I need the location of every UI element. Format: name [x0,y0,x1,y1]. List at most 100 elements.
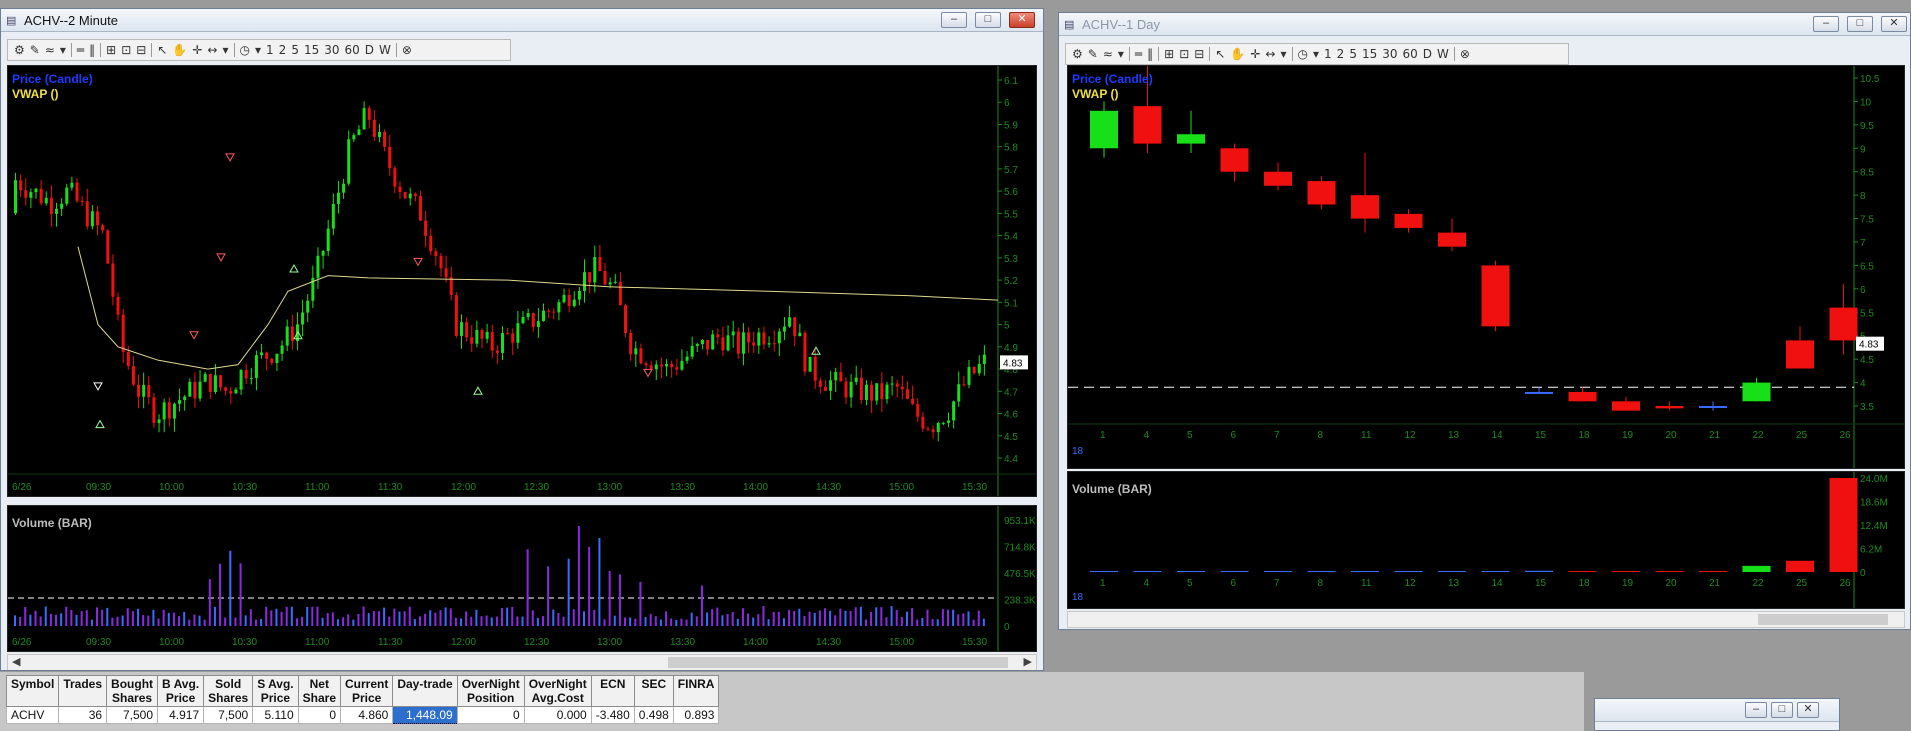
maximize-button[interactable]: □ [975,12,1001,28]
column-header[interactable]: Sold Shares [203,675,254,707]
table-cell[interactable]: -3.480 [590,706,635,724]
close-chart-icon[interactable]: ⊗ [1460,47,1470,61]
table-cell[interactable]: 4.917 [157,706,205,724]
column-header[interactable]: Bought Shares [106,675,159,707]
hlines-icon[interactable]: ═ [1135,47,1142,61]
zoom-fit-icon[interactable]: ⊡ [1179,47,1189,61]
interval-15[interactable]: 15 [1362,47,1377,61]
table-cell[interactable]: 0.893 [672,706,720,724]
interval-15[interactable]: 15 [304,43,319,57]
line-style-icon[interactable]: ≈ [1103,47,1113,61]
column-header[interactable]: Current Price [339,675,394,707]
column-header[interactable]: SEC [633,675,674,707]
left-title-bar[interactable]: ▤ ACHV--2 Minute – □ ✕ [1,9,1043,32]
clock-icon[interactable]: ◷ [240,43,250,57]
table-cell[interactable]: 0.000 [523,706,592,724]
close-chart-icon[interactable]: ⊗ [402,43,412,57]
column-header[interactable]: Trades [58,675,108,707]
left-volume-panel[interactable]: 953.1K 714.8K 476.5K 238.3K 0 6/26 09:30 10:00 1… [7,505,1037,652]
draw-tool-icon[interactable]: ✎ [1088,47,1098,61]
table-cell[interactable]: 7,500 [106,706,159,724]
interval-day[interactable]: D [1423,47,1432,61]
column-header[interactable]: Net Share [297,675,342,707]
clock-icon[interactable]: ◷ [1298,47,1308,61]
hline-tool-icon[interactable]: ↔ [207,43,217,57]
column-header[interactable]: OverNight Avg.Cost [523,675,592,707]
column-header[interactable]: Day-trade [392,675,458,707]
minimize-button[interactable]: – [1745,702,1767,718]
scrollbar-thumb[interactable] [668,657,1008,668]
scrollbar-thumb[interactable] [1758,614,1888,625]
interval-30[interactable]: 30 [1382,47,1397,61]
interval-30[interactable]: 30 [324,43,339,57]
maximize-button[interactable]: □ [1847,16,1873,32]
interval-1[interactable]: 1 [266,43,274,57]
interval-60[interactable]: 60 [345,43,360,57]
minimize-button[interactable]: – [1813,16,1839,32]
table-row[interactable]: ACHV 36 7,500 4.917 7,500 5.110 0 4.860 1,448.09… [5,706,720,724]
table-cell[interactable]: 0 [456,706,525,724]
zoom-fit-icon[interactable]: ⊡ [121,43,131,57]
pointer-icon[interactable]: ↖ [1215,47,1225,61]
right-volume-panel[interactable]: 24.0M 18.6M 12.4M 6.2M 0 1 4 5 6 7 8 11 12 13 14 15 18 19… [1067,471,1905,609]
interval-day[interactable]: D [365,43,374,57]
zoom-out-icon[interactable]: ⊟ [1194,47,1204,61]
table-cell[interactable]: 1,448.09 [392,706,458,724]
draw-tool-icon[interactable]: ✎ [30,43,40,57]
dropdown-icon[interactable]: ▾ [1313,47,1319,61]
interval-week[interactable]: W [1437,47,1449,61]
table-cell[interactable]: 7,500 [203,706,254,724]
left-horizontal-scrollbar[interactable]: ◀ ▶ [7,654,1037,670]
right-price-panel[interactable]: 10.5109.598.587.576.565.554.543.51456781… [1067,63,1905,469]
left-price-panel[interactable]: 6.1 6 5.9 5.8 5.7 5.6 5.5 5.4 5.3 5.2 5.1 5 4.9 4.8 4.… [7,65,1037,497]
column-header[interactable]: Symbol [5,675,60,707]
table-cell[interactable]: 5.110 [252,706,299,724]
zoom-in-icon[interactable]: ⊞ [1164,47,1174,61]
close-button[interactable]: ✕ [1009,12,1035,28]
dropdown-icon[interactable]: ▾ [1280,47,1286,61]
dropdown-icon[interactable]: ▾ [222,43,228,57]
scroll-right-arrow-icon[interactable]: ▶ [1024,655,1032,668]
pause-icon[interactable]: ‖ [89,43,95,57]
zoom-in-icon[interactable]: ⊞ [106,43,116,57]
column-header[interactable]: ECN [590,675,635,707]
hline-tool-icon[interactable]: ↔ [1265,47,1275,61]
close-button[interactable]: ✕ [1881,16,1907,32]
interval-1[interactable]: 1 [1324,47,1332,61]
table-cell[interactable]: ACHV [5,706,60,724]
chart-settings-icon[interactable]: ⚙ [14,43,25,57]
zoom-out-icon[interactable]: ⊟ [136,43,146,57]
table-cell[interactable]: 4.860 [339,706,394,724]
chart-settings-icon[interactable]: ⚙ [1072,47,1083,61]
crosshair-icon[interactable]: ✛ [1250,47,1260,61]
interval-60[interactable]: 60 [1403,47,1418,61]
hand-icon[interactable]: ✋ [172,43,187,57]
column-header[interactable]: FINRA [672,675,720,707]
table-cell[interactable]: 0.498 [633,706,674,724]
column-header[interactable]: B Avg. Price [157,675,205,707]
table-cell[interactable]: 0 [297,706,342,724]
minimize-button[interactable]: – [941,12,967,28]
table-cell[interactable]: 36 [58,706,108,724]
interval-2[interactable]: 2 [279,43,287,57]
right-horizontal-scrollbar[interactable] [1067,611,1905,628]
right-title-bar[interactable]: ▤ ACHV--1 Day – □ ✕ [1059,13,1910,36]
column-header[interactable]: OverNight Position [456,675,525,707]
pointer-icon[interactable]: ↖ [157,43,167,57]
hlines-icon[interactable]: ═ [77,43,84,57]
column-header[interactable]: S Avg. Price [252,675,299,707]
interval-5[interactable]: 5 [291,43,299,57]
close-button[interactable]: ✕ [1797,702,1819,718]
pause-icon[interactable]: ‖ [1147,47,1153,61]
scroll-left-arrow-icon[interactable]: ◀ [12,655,20,668]
dropdown-icon[interactable]: ▾ [60,43,66,57]
maximize-button[interactable]: □ [1771,702,1793,718]
dropdown-icon[interactable]: ▾ [255,43,261,57]
dropdown-icon[interactable]: ▾ [1118,47,1124,61]
interval-week[interactable]: W [379,43,391,57]
line-style-icon[interactable]: ≈ [45,43,55,57]
interval-5[interactable]: 5 [1349,47,1357,61]
hand-icon[interactable]: ✋ [1230,47,1245,61]
crosshair-icon[interactable]: ✛ [192,43,202,57]
interval-2[interactable]: 2 [1337,47,1345,61]
